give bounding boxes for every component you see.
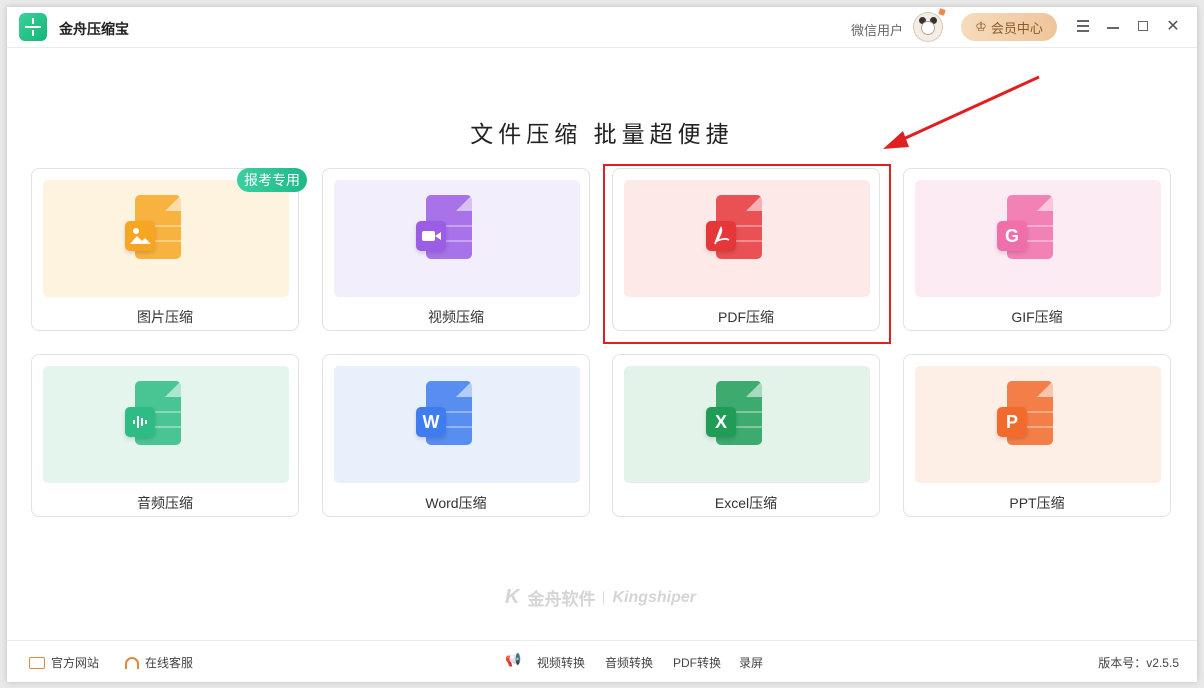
image-badge-icon bbox=[125, 221, 155, 251]
image-file-icon bbox=[125, 195, 185, 259]
minimize-icon[interactable] bbox=[1103, 17, 1123, 37]
maximize-icon[interactable] bbox=[1133, 17, 1153, 37]
excel-file-icon: X bbox=[706, 381, 766, 445]
audio-file-icon bbox=[125, 381, 185, 445]
ppt-file-icon: P bbox=[997, 381, 1057, 445]
app-logo-icon bbox=[19, 13, 47, 41]
card-excel-compress[interactable]: X Excel压缩 bbox=[612, 354, 880, 517]
pointer-arrow-icon bbox=[883, 75, 1040, 149]
official-website-link[interactable]: 官方网站 bbox=[29, 654, 99, 671]
excel-badge-icon: X bbox=[706, 407, 736, 437]
card-audio-compress[interactable]: 音频压缩 bbox=[31, 354, 299, 517]
version-label: 版本号：v2.5.5 bbox=[1098, 656, 1179, 670]
card-label: 图片压缩 bbox=[137, 309, 193, 325]
card-label: Excel压缩 bbox=[714, 495, 778, 511]
footer-link-video-convert[interactable]: 视频转换 bbox=[537, 654, 585, 671]
megaphone-icon: 📢 bbox=[505, 652, 522, 667]
close-icon[interactable]: ✕ bbox=[1163, 17, 1183, 37]
brand-cn: 金舟软件 bbox=[527, 590, 596, 609]
card-ppt-compress[interactable]: P PPT压缩 bbox=[903, 354, 1171, 517]
brand-k-icon: K bbox=[505, 586, 520, 608]
menu-icon[interactable] bbox=[1073, 17, 1093, 37]
brand-en: Kingshiper bbox=[612, 588, 697, 606]
audio-badge-icon bbox=[125, 407, 155, 437]
megaphone-area: 📢 bbox=[505, 652, 522, 667]
avatar[interactable] bbox=[913, 8, 946, 42]
crown-icon: ♔ bbox=[975, 19, 987, 34]
monitor-icon bbox=[29, 656, 45, 669]
online-support-label: 在线客服 bbox=[145, 656, 194, 670]
brand-watermark: K 金舟软件 Kingshiper bbox=[505, 585, 696, 610]
app-title: 金舟压缩宝 bbox=[59, 21, 129, 37]
vip-center-label: 会员中心 bbox=[990, 20, 1043, 36]
footer-link-screen-record[interactable]: 录屏 bbox=[739, 654, 763, 671]
card-label: 视频压缩 bbox=[428, 309, 484, 325]
word-file-icon: W bbox=[416, 381, 476, 445]
footer-link-label: 录屏 bbox=[739, 656, 764, 670]
footer-link-audio-convert[interactable]: 音频转换 bbox=[605, 654, 653, 671]
exam-special-badge: 报考专用 bbox=[237, 168, 307, 192]
card-gif-compress[interactable]: G GIF压缩 bbox=[903, 168, 1171, 331]
title-bar: 金舟压缩宝 微信用户 ♔ 会员中心 ✕ bbox=[7, 7, 1197, 48]
footer-link-pdf-convert[interactable]: PDF转换 bbox=[673, 654, 721, 671]
card-label: 音频压缩 bbox=[137, 495, 193, 511]
footer-link-label: 视频转换 bbox=[537, 656, 586, 670]
gif-file-icon: G bbox=[997, 195, 1057, 259]
video-file-icon bbox=[416, 195, 476, 259]
card-label: PPT压缩 bbox=[1009, 495, 1065, 511]
official-website-label: 官方网站 bbox=[51, 656, 100, 670]
ppt-badge-icon: P bbox=[997, 407, 1027, 437]
pdf-card-highlight-box bbox=[603, 164, 891, 344]
word-badge-icon: W bbox=[416, 407, 446, 437]
card-image-compress[interactable]: 图片压缩 bbox=[31, 168, 299, 331]
card-label: GIF压缩 bbox=[1011, 309, 1063, 325]
footer-link-label: 音频转换 bbox=[605, 656, 654, 670]
app-window: 金舟压缩宝 微信用户 ♔ 会员中心 ✕ 文件压缩 批量超便捷 图片压缩 视频压缩… bbox=[7, 7, 1197, 682]
card-label: Word压缩 bbox=[425, 495, 487, 511]
gif-badge-icon: G bbox=[997, 221, 1027, 251]
online-support-link[interactable]: 在线客服 bbox=[125, 654, 193, 671]
video-badge-icon bbox=[416, 221, 446, 251]
footer-link-label: PDF转换 bbox=[673, 656, 722, 670]
card-word-compress[interactable]: W Word压缩 bbox=[322, 354, 590, 517]
card-video-compress[interactable]: 视频压缩 bbox=[322, 168, 590, 331]
headset-icon bbox=[125, 656, 139, 669]
user-name[interactable]: 微信用户 bbox=[851, 20, 903, 39]
footer-bar: 官方网站 在线客服 📢 视频转换 音频转换 PDF转换 录屏 版本号：v2.5.… bbox=[7, 640, 1197, 683]
vip-center-button[interactable]: ♔ 会员中心 bbox=[961, 13, 1057, 41]
